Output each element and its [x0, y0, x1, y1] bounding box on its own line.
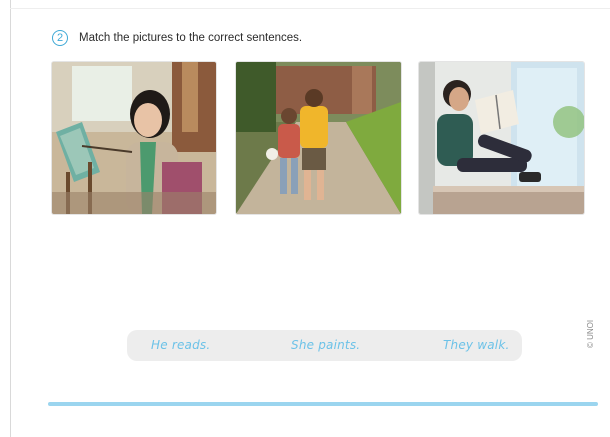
- answer-option-she-paints[interactable]: She paints.: [291, 338, 360, 352]
- page-edge-top: [10, 8, 610, 9]
- copyright-label: © UNOI: [586, 319, 595, 348]
- bottom-divider: [48, 402, 598, 406]
- answer-option-they-walk[interactable]: They walk.: [443, 338, 510, 352]
- page-edge: [10, 0, 11, 437]
- exercise-instruction: 2 Match the pictures to the correct sent…: [52, 30, 302, 46]
- answer-option-he-reads[interactable]: He reads.: [151, 338, 210, 352]
- instruction-text: Match the pictures to the correct senten…: [79, 32, 303, 44]
- picture-boy-reading[interactable]: [419, 62, 584, 214]
- exercise-number-badge: 2: [52, 30, 68, 46]
- picture-girl-painting[interactable]: [52, 62, 216, 214]
- picture-boys-walking[interactable]: [236, 62, 401, 214]
